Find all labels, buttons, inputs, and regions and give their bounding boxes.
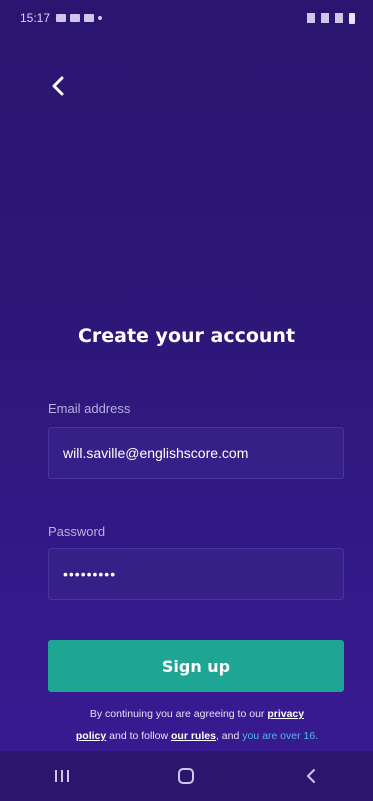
mute-icon: [307, 13, 315, 23]
age-text: you are over 16.: [242, 730, 319, 742]
signal-icon: [335, 13, 343, 23]
nav-back-button[interactable]: [291, 756, 331, 796]
status-time: 15:17: [20, 11, 51, 25]
gallery-icon: [56, 14, 67, 22]
email-label: Email address: [48, 401, 131, 416]
recent-apps-icon: [55, 770, 70, 782]
home-icon: [178, 768, 195, 784]
rules-link[interactable]: our rules: [171, 730, 216, 742]
home-button[interactable]: [166, 756, 206, 796]
back-button[interactable]: [44, 72, 72, 100]
password-field[interactable]: •••••••••: [48, 548, 344, 600]
email-field-container[interactable]: [48, 427, 344, 479]
privacy-link-part2[interactable]: policy: [76, 730, 106, 742]
more-notifications-icon: [98, 16, 103, 20]
page-title: Create your account: [77, 325, 296, 347]
wifi-icon: [321, 13, 329, 23]
chevron-left-icon: [52, 76, 64, 96]
recent-apps-button[interactable]: [42, 756, 82, 796]
email-field[interactable]: [63, 445, 343, 461]
legal-notice: By continuing you are agreeing to our pr…: [44, 703, 350, 747]
status-left: 15:17: [20, 11, 103, 25]
play-icon: [84, 14, 95, 22]
notification-icons: [56, 14, 103, 22]
system-nav-bar: [0, 751, 373, 801]
password-label: Password: [48, 524, 106, 539]
legal-text-1: By continuing you are agreeing to our: [89, 708, 268, 720]
password-value: •••••••••: [63, 566, 117, 582]
cloud-icon: [70, 14, 81, 22]
status-right: [307, 12, 355, 24]
legal-text-2: and to follow: [106, 730, 172, 742]
status-bar: 15:17: [0, 0, 373, 36]
battery-icon: [349, 12, 355, 24]
back-icon: [306, 769, 315, 783]
legal-text-3: , and: [215, 730, 243, 742]
privacy-link-part1[interactable]: privacy: [267, 708, 304, 720]
sign-up-label: Sign up: [161, 656, 231, 676]
sign-up-button[interactable]: Sign up: [48, 640, 344, 692]
